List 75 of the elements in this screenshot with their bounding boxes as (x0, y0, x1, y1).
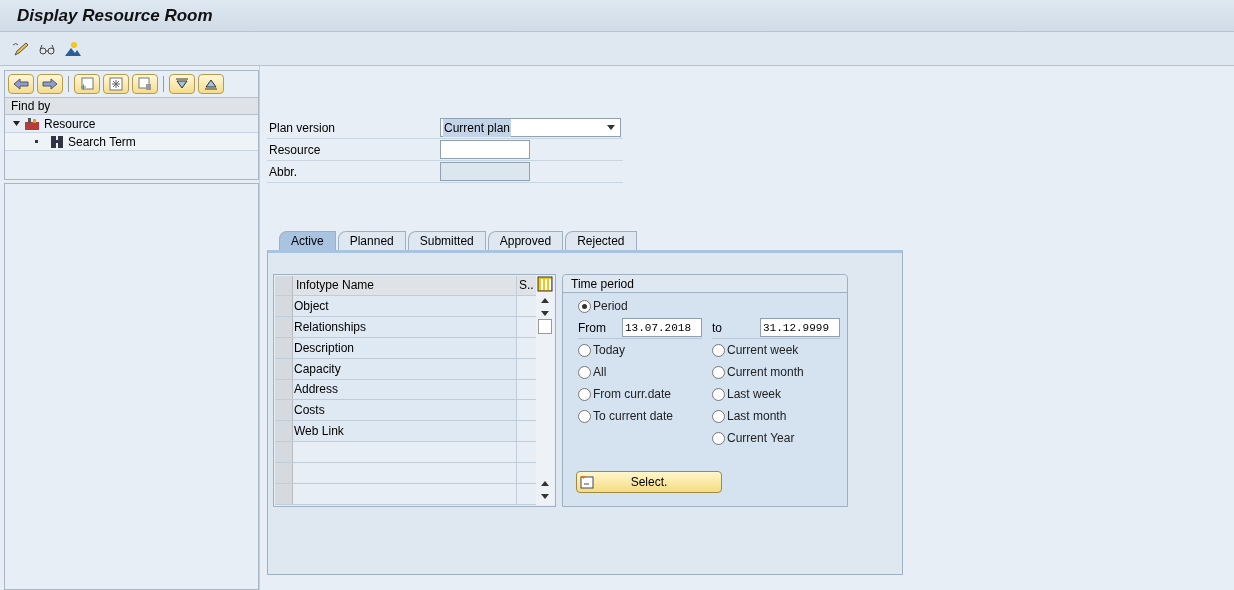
column-settings-icon[interactable] (537, 276, 553, 292)
delete-button[interactable] (132, 74, 158, 94)
collapse-all-icon (204, 78, 218, 90)
document-icon (580, 475, 596, 489)
add-node-icon (80, 77, 94, 91)
table-cell: Web Link (293, 421, 516, 442)
scroll-up-icon[interactable] (541, 481, 549, 486)
tab[interactable]: Planned (337, 231, 406, 250)
radio-button[interactable] (712, 387, 725, 401)
scroll-down-icon[interactable] (541, 494, 549, 499)
radio-option[interactable]: Today (578, 339, 712, 361)
tab[interactable]: Rejected (565, 231, 637, 250)
radio-button[interactable] (712, 431, 725, 445)
radio-option[interactable]: From curr.date (578, 383, 712, 405)
right-arrow-icon (42, 78, 58, 90)
field-label: Plan version (268, 119, 337, 137)
radio-option[interactable]: To current date (578, 405, 712, 427)
radio-button[interactable] (712, 343, 725, 357)
pencil-icon[interactable] (12, 40, 30, 57)
radio-button[interactable] (712, 409, 725, 423)
table-cell: Address (293, 379, 516, 400)
radio-button[interactable] (578, 343, 591, 357)
left-arrow-icon (13, 78, 29, 90)
column-header[interactable]: Infotype Name (293, 276, 516, 295)
table-cell: Capacity (293, 358, 516, 379)
landscape-icon[interactable] (64, 40, 82, 57)
field-label: Abbr. (268, 163, 299, 181)
asterisk-button[interactable] (103, 74, 129, 94)
asterisk-icon (109, 77, 123, 91)
expand-all-icon (175, 78, 189, 90)
expand-button[interactable] (169, 74, 195, 94)
table-cell: Relationships (293, 316, 516, 337)
trash-icon (138, 77, 152, 91)
tab[interactable]: Submitted (407, 231, 486, 250)
tree-node[interactable]: Search Term (5, 133, 258, 151)
column-header: Find by (5, 97, 258, 115)
collapse-button[interactable] (198, 74, 224, 94)
scroll-up-icon[interactable] (541, 298, 549, 303)
radio-option[interactable]: Period (578, 295, 847, 317)
radio-option[interactable]: Last month (712, 405, 804, 427)
field-label: From (578, 319, 606, 337)
radio-option[interactable]: Last week (712, 383, 804, 405)
select-button[interactable]: Select. (576, 471, 722, 493)
column-header[interactable]: S.. (516, 276, 536, 295)
resource-input[interactable] (440, 140, 530, 159)
dropdown-arrow-icon[interactable] (607, 125, 615, 130)
field-label: to (712, 319, 722, 337)
radio-option[interactable]: Current week (712, 339, 804, 361)
table-cell: Description (293, 337, 516, 358)
date-input[interactable]: 13.07.2018 (622, 318, 702, 337)
date-input[interactable]: 31.12.9999 (760, 318, 840, 337)
expand-arrow-icon[interactable] (13, 120, 20, 127)
table-cell: Costs (293, 400, 516, 421)
radio-option[interactable]: All (578, 361, 712, 383)
radio-button[interactable] (578, 299, 591, 313)
forward-button[interactable] (37, 74, 63, 94)
radio-button[interactable] (578, 387, 591, 401)
tab[interactable]: Active (279, 231, 336, 250)
binoculars-icon (50, 134, 64, 149)
scroll-down-icon[interactable] (541, 311, 549, 316)
radio-button[interactable] (578, 365, 591, 379)
tab[interactable]: Approved (487, 231, 564, 250)
field-label: Resource (268, 141, 322, 159)
plan-version-dropdown[interactable]: Current plan (440, 118, 621, 137)
radio-option[interactable]: Current month (712, 361, 804, 383)
add-button[interactable] (74, 74, 100, 94)
table-cell: Object (293, 295, 516, 316)
radio-button[interactable] (578, 409, 591, 423)
group-title: Time period (563, 275, 847, 293)
building-icon (24, 116, 40, 131)
window-title: Display Resource Room (17, 4, 213, 27)
radio-button[interactable] (712, 365, 725, 379)
back-button[interactable] (8, 74, 34, 94)
radio-option[interactable]: Current Year (712, 427, 804, 449)
scrollbar-thumb[interactable] (538, 319, 552, 334)
